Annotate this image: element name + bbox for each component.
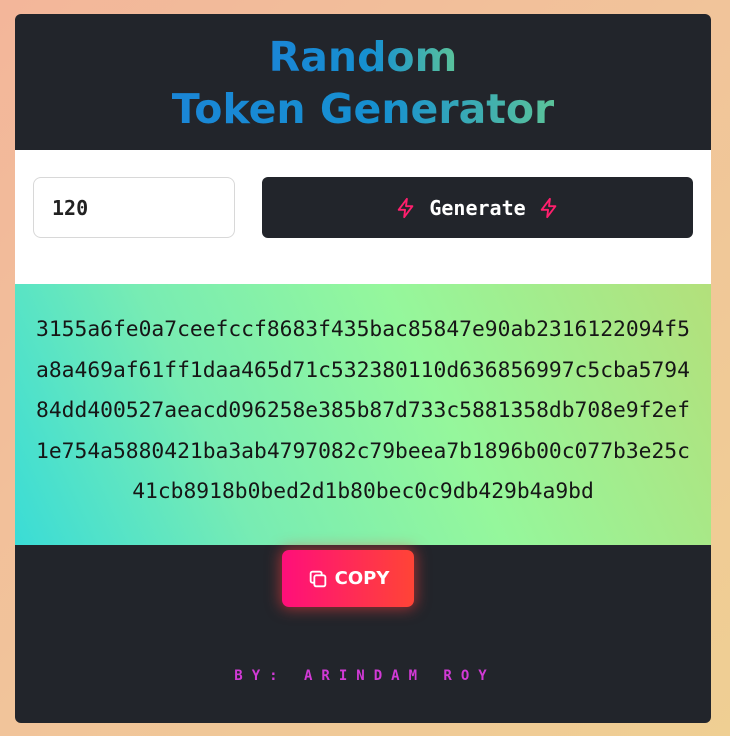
copy-button[interactable]: COPY <box>282 550 414 607</box>
token-length-input[interactable] <box>33 177 235 238</box>
token-generator-card: Random Token Generator Generate 3155a6fe… <box>15 14 711 723</box>
token-output-area: 3155a6fe0a7ceefccf8683f435bac85847e90ab2… <box>15 284 711 545</box>
copy-button-label: COPY <box>334 568 390 589</box>
author-credit: BY: ARINDAM ROY <box>234 668 496 684</box>
title-line-1: Random <box>268 33 458 81</box>
generate-button-label: Generate <box>429 195 526 220</box>
generate-button[interactable]: Generate <box>262 177 693 238</box>
lightning-bolt-icon <box>540 197 556 218</box>
token-output: 3155a6fe0a7ceefccf8683f435bac85847e90ab2… <box>36 317 690 505</box>
page-title: Random Token Generator <box>15 14 711 150</box>
copy-icon <box>309 570 326 587</box>
controls-panel: Generate <box>15 150 711 284</box>
title-line-2: Token Generator <box>171 85 555 133</box>
lightning-bolt-icon <box>398 197 414 218</box>
